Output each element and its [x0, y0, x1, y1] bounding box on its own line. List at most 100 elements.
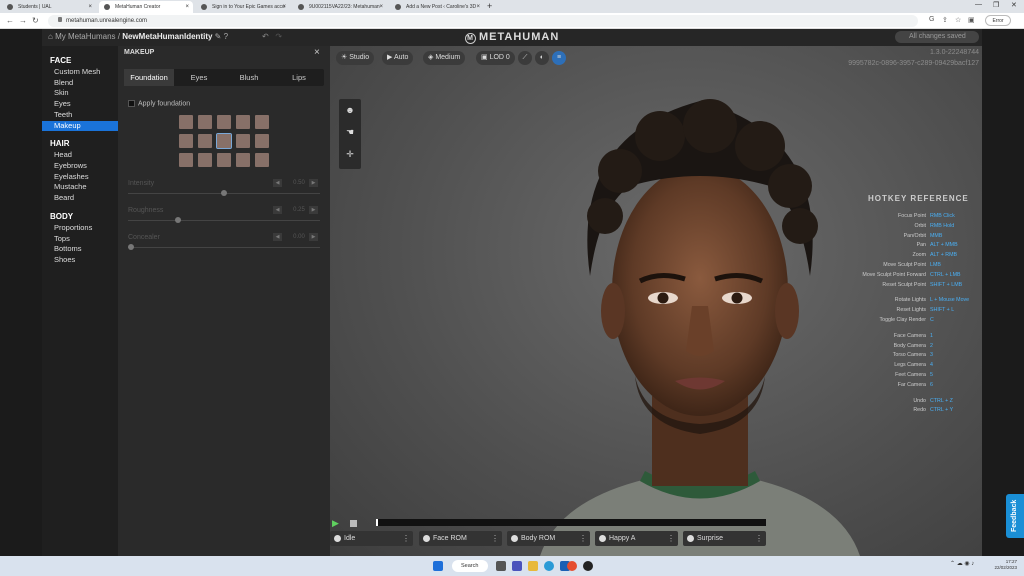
quality-button[interactable]: ◈ Medium: [423, 51, 466, 65]
sidebar-item-custom-mesh[interactable]: Custom Mesh: [42, 67, 118, 77]
foundation-swatch[interactable]: [255, 134, 269, 148]
tab-blush[interactable]: Blush: [224, 69, 274, 86]
share-icon[interactable]: ⇪: [942, 16, 948, 24]
window-close-icon[interactable]: ✕: [1011, 1, 1017, 9]
sidebar-item-shoes[interactable]: Shoes: [42, 255, 118, 265]
browser-tab[interactable]: Students | UAL ×: [2, 1, 96, 13]
help-icon[interactable]: ?: [224, 32, 228, 41]
increment-icon[interactable]: ▶: [309, 179, 318, 187]
minimize-icon[interactable]: —: [975, 1, 982, 8]
animation-idle[interactable]: Idle ⋮: [330, 531, 413, 546]
sidebar-item-eyelashes[interactable]: Eyelashes: [42, 172, 118, 182]
edit-icon[interactable]: ✎: [215, 32, 222, 41]
close-tab-icon[interactable]: ×: [476, 1, 480, 13]
sidebar-item-blend[interactable]: Blend: [42, 78, 118, 88]
foundation-swatch[interactable]: [216, 133, 232, 149]
foundation-swatch[interactable]: [179, 153, 193, 167]
move-arrows-icon[interactable]: ✛: [344, 148, 356, 160]
slider-knob[interactable]: [128, 244, 134, 250]
sidebar-item-teeth[interactable]: Teeth: [42, 110, 118, 120]
sidebar-item-proportions[interactable]: Proportions: [42, 223, 118, 233]
sidebar-item-makeup[interactable]: Makeup: [42, 121, 118, 131]
foundation-swatch[interactable]: [198, 115, 212, 129]
animation-happy-a[interactable]: Happy A ⋮: [595, 531, 678, 546]
taskbar-search[interactable]: Search: [452, 560, 488, 572]
redo-icon[interactable]: ↷: [275, 32, 282, 41]
3d-viewport[interactable]: ☀ Studio ▶ Auto ◈ Medium ▣ LOD 0 ⟋ ◐ ≡ 1…: [330, 46, 982, 556]
google-icon[interactable]: G: [929, 16, 934, 23]
auto-camera-button[interactable]: ▶ Auto: [382, 51, 414, 65]
foundation-swatch[interactable]: [236, 134, 250, 148]
star-icon[interactable]: ☆: [955, 16, 961, 24]
browser-tab[interactable]: Sign in to Your Epic Games acco ×: [196, 1, 290, 13]
tab-foundation[interactable]: Foundation: [124, 69, 174, 86]
task-view-icon[interactable]: [496, 561, 506, 571]
foundation-swatch[interactable]: [217, 115, 231, 129]
lod-button[interactable]: ▣ LOD 0: [476, 51, 515, 65]
decrement-icon[interactable]: ◀: [273, 206, 282, 214]
sidebar-item-tops[interactable]: Tops: [42, 234, 118, 244]
sidebar-item-mustache[interactable]: Mustache: [42, 182, 118, 192]
settings-icon[interactable]: ≡: [552, 51, 566, 65]
sidebar-item-bottoms[interactable]: Bottoms: [42, 244, 118, 254]
foundation-swatch[interactable]: [236, 115, 250, 129]
animation-face-rom[interactable]: Face ROM ⋮: [419, 531, 502, 546]
slider-value[interactable]: 0.25: [288, 207, 310, 213]
sidebar-toggle-icon[interactable]: ▣: [968, 16, 975, 24]
foundation-swatch[interactable]: [217, 153, 231, 167]
decrement-icon[interactable]: ◀: [273, 233, 282, 241]
back-icon[interactable]: ←: [6, 16, 14, 25]
animation-surprise[interactable]: Surprise ⋮: [683, 531, 766, 546]
more-icon[interactable]: ⋮: [667, 531, 675, 546]
foundation-swatch[interactable]: [179, 115, 193, 129]
apply-foundation-row[interactable]: Apply foundation: [128, 100, 190, 107]
url-field[interactable]: metahuman.unrealengine.com: [48, 15, 918, 27]
slider-knob[interactable]: [221, 190, 227, 196]
face-tool-icon[interactable]: ☻: [344, 104, 356, 116]
close-tab-icon[interactable]: ×: [88, 1, 92, 13]
new-tab-icon[interactable]: +: [487, 1, 492, 11]
windows-start-icon[interactable]: [433, 561, 443, 571]
clock[interactable]: 17:27 22/02/2023: [993, 559, 1017, 571]
foundation-swatch[interactable]: [179, 134, 193, 148]
reload-icon[interactable]: ↻: [32, 16, 39, 25]
roughness-slider[interactable]: Roughness ◀ 0.25 ▶: [128, 206, 320, 227]
slider-track[interactable]: [128, 220, 320, 221]
more-icon[interactable]: ⋮: [579, 531, 587, 546]
close-icon[interactable]: ×: [314, 47, 320, 58]
foundation-swatch[interactable]: [236, 153, 250, 167]
camera-icon[interactable]: ◐: [535, 51, 549, 65]
browser-tab[interactable]: Add a New Post ‹ Caroline's 3D ×: [390, 1, 484, 13]
sidebar-item-head[interactable]: Head: [42, 150, 118, 160]
decrement-icon[interactable]: ◀: [273, 179, 282, 187]
breadcrumb-root[interactable]: My MetaHumans /: [55, 32, 120, 41]
tab-eyes[interactable]: Eyes: [174, 69, 224, 86]
sidebar-item-eyes[interactable]: Eyes: [42, 99, 118, 109]
slider-track[interactable]: [128, 247, 320, 248]
browser-tab[interactable]: 9U002115VA22/23: Metahuman ×: [293, 1, 387, 13]
sidebar-item-beard[interactable]: Beard: [42, 193, 118, 203]
forward-icon[interactable]: →: [19, 16, 27, 25]
slider-value[interactable]: 0.50: [288, 180, 310, 186]
close-tab-icon[interactable]: ×: [282, 1, 286, 13]
timeline-scrubber[interactable]: [376, 519, 766, 526]
sidebar-item-eyebrows[interactable]: Eyebrows: [42, 161, 118, 171]
animation-body-rom[interactable]: Body ROM ⋮: [507, 531, 590, 546]
file-explorer-icon[interactable]: [528, 561, 538, 571]
chrome-icon[interactable]: [567, 561, 577, 571]
undo-icon[interactable]: ↶: [262, 32, 269, 41]
more-icon[interactable]: ⋮: [491, 531, 499, 546]
slider-value[interactable]: 0.00: [288, 234, 310, 240]
concealer-slider[interactable]: Concealer ◀ 0.00 ▶: [128, 233, 320, 254]
intensity-slider[interactable]: Intensity ◀ 0.50 ▶: [128, 179, 320, 200]
studio-lighting-button[interactable]: ☀ Studio: [336, 51, 375, 65]
move-hand-icon[interactable]: ☚: [344, 126, 356, 138]
teams-icon[interactable]: [512, 561, 522, 571]
close-tab-icon[interactable]: ×: [379, 1, 383, 13]
foundation-swatch[interactable]: [255, 115, 269, 129]
more-icon[interactable]: ⋮: [755, 531, 763, 546]
profile-button[interactable]: Error: [985, 15, 1011, 26]
close-tab-icon[interactable]: ×: [185, 1, 189, 13]
edge-icon[interactable]: [544, 561, 554, 571]
sidebar-item-skin[interactable]: Skin: [42, 88, 118, 98]
